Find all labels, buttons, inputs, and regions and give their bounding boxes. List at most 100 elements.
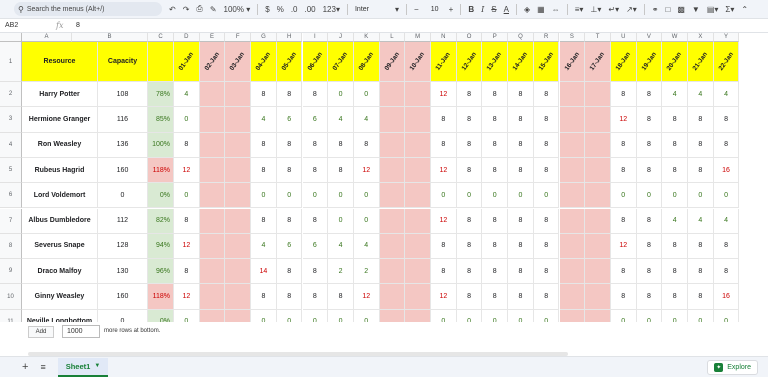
day-hours-cell[interactable] <box>585 208 611 234</box>
column-header[interactable]: K <box>353 33 380 42</box>
day-hours-cell[interactable] <box>405 284 431 310</box>
day-hours-cell[interactable]: 8 <box>251 132 277 158</box>
day-hours-cell[interactable]: 8 <box>508 259 534 285</box>
collapse-toolbar-icon[interactable]: ⌃ <box>741 5 748 14</box>
date-header[interactable]: 12-Jan <box>456 42 483 82</box>
day-hours-cell[interactable]: 8 <box>533 233 560 260</box>
day-hours-cell[interactable] <box>405 208 431 234</box>
vertical-align-icon[interactable]: ⊥▾ <box>590 5 601 14</box>
day-hours-cell[interactable]: 8 <box>610 157 637 184</box>
day-hours-cell[interactable]: 8 <box>251 82 277 108</box>
day-hours-cell[interactable] <box>585 82 611 108</box>
day-hours-cell[interactable]: 0 <box>276 183 303 209</box>
day-hours-cell[interactable]: 8 <box>688 284 714 310</box>
header-resource-label[interactable]: Resource <box>22 42 98 82</box>
day-hours-cell[interactable] <box>559 107 586 133</box>
day-hours-cell[interactable] <box>585 107 611 133</box>
add-rows-button[interactable]: Add <box>28 326 54 338</box>
merge-cells-icon[interactable]: ⇔ <box>552 5 560 14</box>
day-hours-cell[interactable]: 8 <box>456 284 483 310</box>
day-hours-cell[interactable]: 0 <box>713 183 740 209</box>
day-hours-cell[interactable]: 8 <box>456 233 483 260</box>
day-hours-cell[interactable]: 2 <box>328 259 354 285</box>
day-hours-cell[interactable]: 8 <box>533 157 560 184</box>
day-hours-cell[interactable]: 8 <box>610 132 637 158</box>
day-hours-cell[interactable]: 0 <box>302 183 329 209</box>
day-hours-cell[interactable]: 8 <box>662 157 688 184</box>
day-hours-cell[interactable] <box>585 259 611 285</box>
day-hours-cell[interactable]: 8 <box>276 284 303 310</box>
link-icon[interactable]: ⚭ <box>652 5 659 14</box>
day-hours-cell[interactable]: 8 <box>713 259 740 285</box>
day-hours-cell[interactable]: 0 <box>174 183 200 209</box>
day-hours-cell[interactable] <box>199 284 226 310</box>
resource-name-cell[interactable]: Albus Dumbledore <box>22 208 98 234</box>
day-hours-cell[interactable]: 8 <box>610 208 637 234</box>
day-hours-cell[interactable]: 8 <box>276 208 303 234</box>
day-hours-cell[interactable]: 8 <box>328 157 354 184</box>
day-hours-cell[interactable]: 0 <box>610 183 637 209</box>
day-hours-cell[interactable]: 0 <box>353 208 380 234</box>
day-hours-cell[interactable]: 8 <box>276 259 303 285</box>
utilization-cell[interactable]: 78% <box>148 82 174 108</box>
column-header[interactable]: P <box>482 33 509 42</box>
day-hours-cell[interactable]: 0 <box>533 183 560 209</box>
day-hours-cell[interactable]: 4 <box>662 82 688 108</box>
day-hours-cell[interactable]: 8 <box>456 208 483 234</box>
resource-name-cell[interactable]: Severus Snape <box>22 233 98 260</box>
column-header[interactable]: H <box>276 33 303 42</box>
column-header[interactable]: D <box>174 33 200 42</box>
column-header[interactable]: N <box>431 33 457 42</box>
day-hours-cell[interactable]: 8 <box>636 284 663 310</box>
day-hours-cell[interactable]: 8 <box>688 259 714 285</box>
day-hours-cell[interactable]: 0 <box>174 107 200 133</box>
day-hours-cell[interactable]: 8 <box>662 259 688 285</box>
day-hours-cell[interactable]: 8 <box>328 132 354 158</box>
day-hours-cell[interactable]: 8 <box>174 208 200 234</box>
chart-icon[interactable]: ▩ <box>677 5 685 14</box>
day-hours-cell[interactable] <box>225 157 252 184</box>
header-percent-blank[interactable] <box>148 42 174 82</box>
column-header[interactable]: Q <box>508 33 534 42</box>
day-hours-cell[interactable] <box>559 132 586 158</box>
currency-button[interactable]: $ <box>265 5 269 14</box>
horizontal-align-icon[interactable]: ≡▾ <box>575 5 584 14</box>
day-hours-cell[interactable]: 8 <box>482 284 509 310</box>
date-header[interactable]: 11-Jan <box>431 42 457 82</box>
capacity-cell[interactable]: 136 <box>98 132 148 158</box>
day-hours-cell[interactable]: 8 <box>251 208 277 234</box>
date-header[interactable]: 04-Jan <box>251 42 277 82</box>
font-select[interactable]: Inter <box>355 6 395 13</box>
date-header[interactable]: 17-Jan <box>585 42 611 82</box>
row-header[interactable]: 7 <box>0 208 22 234</box>
date-header[interactable]: 22-Jan <box>713 42 740 82</box>
utilization-cell[interactable]: 82% <box>148 208 174 234</box>
date-header[interactable]: 09-Jan <box>379 42 406 82</box>
column-header[interactable]: Y <box>713 33 740 42</box>
day-hours-cell[interactable]: 8 <box>533 284 560 310</box>
day-hours-cell[interactable]: 2 <box>353 259 380 285</box>
date-header[interactable]: 08-Jan <box>353 42 380 82</box>
redo-icon[interactable]: ↷ <box>183 5 190 14</box>
capacity-cell[interactable]: 160 <box>98 284 148 310</box>
day-hours-cell[interactable]: 8 <box>508 132 534 158</box>
day-hours-cell[interactable]: 8 <box>328 284 354 310</box>
day-hours-cell[interactable]: 12 <box>431 157 457 184</box>
number-format-select[interactable]: 123 ▾ <box>323 5 340 14</box>
day-hours-cell[interactable] <box>405 82 431 108</box>
day-hours-cell[interactable]: 8 <box>533 208 560 234</box>
tab-sheet1[interactable]: Sheet1 ▼ <box>57 357 109 377</box>
day-hours-cell[interactable]: 8 <box>508 284 534 310</box>
day-hours-cell[interactable] <box>225 284 252 310</box>
day-hours-cell[interactable] <box>559 259 586 285</box>
day-hours-cell[interactable] <box>379 107 406 133</box>
day-hours-cell[interactable] <box>225 82 252 108</box>
day-hours-cell[interactable]: 8 <box>431 132 457 158</box>
day-hours-cell[interactable]: 4 <box>662 208 688 234</box>
percent-button[interactable]: % <box>277 5 284 14</box>
day-hours-cell[interactable]: 12 <box>431 284 457 310</box>
print-icon[interactable]: ⎙ <box>196 4 202 14</box>
day-hours-cell[interactable] <box>405 233 431 260</box>
capacity-cell[interactable]: 116 <box>98 107 148 133</box>
resource-name-cell[interactable]: Rubeus Hagrid <box>22 157 98 184</box>
